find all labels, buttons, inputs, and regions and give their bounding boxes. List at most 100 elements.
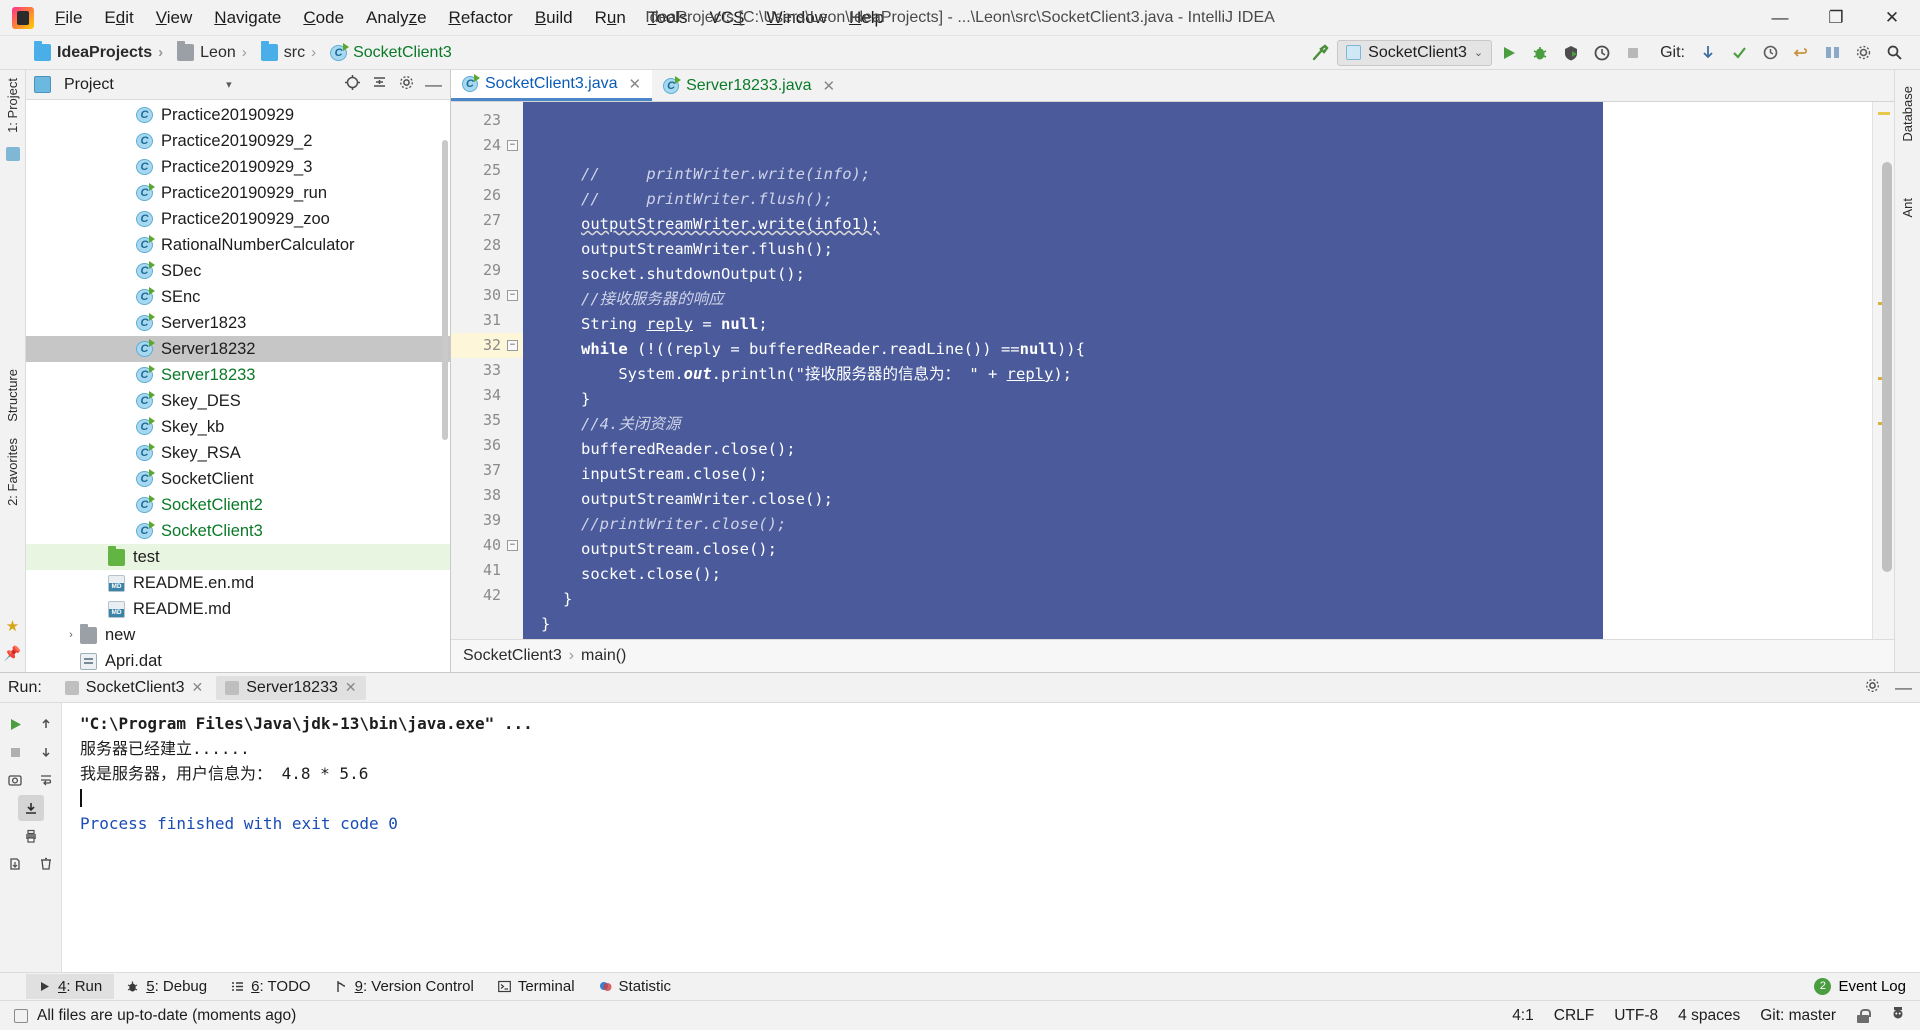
code-line[interactable]: //printWriter.close(); (523, 512, 1872, 537)
minimize-button[interactable]: — (1752, 0, 1808, 36)
hide-icon[interactable]: — (425, 76, 442, 93)
close-icon[interactable]: ✕ (345, 679, 357, 696)
search-everywhere-icon[interactable] (1880, 40, 1908, 66)
code-fold-icon[interactable]: − (507, 140, 518, 151)
settings-icon[interactable] (1849, 40, 1877, 66)
maximize-button[interactable]: ❐ (1808, 0, 1864, 36)
tree-item[interactable]: C SocketClient (26, 466, 450, 492)
breadcrumb-item-socketclient3[interactable]: C SocketClient3 (326, 42, 456, 64)
tree-scrollbar[interactable] (442, 140, 448, 440)
close-icon[interactable]: ✕ (823, 77, 836, 95)
code-line[interactable]: // printWriter.flush(); (523, 187, 1872, 212)
scroll-up-icon[interactable] (33, 711, 59, 737)
camera-icon[interactable] (2, 767, 28, 793)
code-line[interactable]: socket.shutdownOutput(); (523, 262, 1872, 287)
code-line[interactable]: String reply = null; (523, 312, 1872, 337)
show-diff-icon[interactable] (1818, 40, 1846, 66)
history-icon[interactable] (1756, 40, 1784, 66)
project-tree[interactable]: C Practice20190929 C Practice20190929_2 C Pra… (26, 100, 450, 672)
code-line[interactable]: } (523, 612, 1872, 637)
tree-item[interactable]: README.en.md (26, 570, 450, 596)
close-icon[interactable]: ✕ (629, 75, 642, 93)
tool-window-terminal[interactable]: Terminal (486, 974, 587, 999)
menu-item-code[interactable]: Code (292, 4, 355, 32)
build-hammer-icon[interactable] (1306, 40, 1334, 66)
run-icon[interactable] (1495, 40, 1523, 66)
tree-item[interactable]: C Skey_kb (26, 414, 450, 440)
indent-setting[interactable]: 4 spaces (1678, 1007, 1740, 1025)
run-coverage-icon[interactable] (1557, 40, 1585, 66)
menu-item-edit[interactable]: Edit (93, 4, 144, 32)
tree-item[interactable]: C Server1823 (26, 310, 450, 336)
tab-server18233-java[interactable]: C Server18233.java ✕ (652, 70, 846, 101)
menu-item-help[interactable]: Help (838, 4, 895, 32)
code-line[interactable]: socket.close(); (523, 562, 1872, 587)
editor-scrollbar[interactable] (1872, 102, 1894, 639)
line-separator[interactable]: CRLF (1554, 1007, 1594, 1025)
code-line[interactable]: outputStreamWriter.write(info1); (523, 212, 1872, 237)
tree-item[interactable]: C Server18233 (26, 362, 450, 388)
code-line[interactable]: } (523, 387, 1872, 412)
breadcrumb-method[interactable]: main() (581, 647, 626, 665)
menu-item-analyze[interactable]: Analyze (355, 4, 438, 32)
sidebar-item-database[interactable]: Database (1900, 78, 1915, 150)
commit-icon[interactable] (1725, 40, 1753, 66)
close-icon[interactable]: ✕ (192, 679, 204, 696)
tree-item[interactable]: README.md (26, 596, 450, 622)
clear-all-icon[interactable] (33, 851, 59, 877)
code-line[interactable]: System.out.println("接收服务器的信息为： " + reply… (523, 362, 1872, 387)
settings-icon[interactable] (398, 74, 415, 96)
hide-icon[interactable]: — (1895, 679, 1912, 696)
tree-item[interactable]: C Practice20190929_3 (26, 154, 450, 180)
tool-window-version-control[interactable]: 9: Version Control (323, 974, 486, 999)
breadcrumb-item-leon[interactable]: Leon › (173, 41, 257, 64)
star-icon[interactable]: ★ (6, 617, 19, 635)
run-configuration-selector[interactable]: SocketClient3 ⌄ (1337, 39, 1493, 66)
tree-item[interactable]: › new (26, 622, 450, 648)
soft-wrap-icon[interactable] (33, 767, 59, 793)
tree-item[interactable]: C SEnc (26, 284, 450, 310)
menu-item-view[interactable]: View (145, 4, 204, 32)
tree-item[interactable]: C Skey_DES (26, 388, 450, 414)
tree-item[interactable]: C Practice20190929_zoo (26, 206, 450, 232)
breadcrumb-item-project[interactable]: IdeaProjects › (30, 41, 173, 64)
code-line[interactable]: outputStreamWriter.flush(); (523, 237, 1872, 262)
code-line[interactable] (523, 637, 1872, 639)
export-icon[interactable] (2, 851, 28, 877)
tree-item[interactable]: C SocketClient2 (26, 492, 450, 518)
inspector-icon[interactable] (1890, 1005, 1906, 1026)
scroll-to-end-icon[interactable] (17, 795, 44, 821)
tree-item[interactable]: Apri.dat (26, 648, 450, 672)
print-icon[interactable] (18, 823, 44, 849)
menu-item-build[interactable]: Build (524, 4, 584, 32)
stop-icon[interactable] (1619, 40, 1647, 66)
code-editor[interactable]: 23 24− 25 26 27 28 29 30− 31 32− 33 34 35 36 37 38 39 40−… (451, 102, 1894, 639)
undo-icon[interactable] (1787, 40, 1815, 66)
pin-icon[interactable]: 📌 (4, 645, 21, 662)
run-tab-socketclient3[interactable]: SocketClient3 ✕ (56, 676, 212, 700)
code-line[interactable]: outputStream.close(); (523, 537, 1872, 562)
chevron-right-icon[interactable]: › (62, 629, 80, 641)
code-line[interactable]: } (523, 587, 1872, 612)
debug-icon[interactable] (1526, 40, 1554, 66)
event-log-area[interactable]: 2 Event Log (1814, 978, 1920, 995)
tree-item[interactable]: C Server18232 (26, 336, 450, 362)
profiler-icon[interactable] (1588, 40, 1616, 66)
run-tab-server18233[interactable]: Server18233 ✕ (216, 675, 366, 700)
sidebar-item-structure[interactable]: Structure (5, 361, 20, 430)
tree-item[interactable]: C Skey_RSA (26, 440, 450, 466)
console-output[interactable]: "C:\Program Files\Java\jdk-13\bin\java.e… (62, 703, 1920, 972)
breadcrumb-class[interactable]: SocketClient3 (463, 647, 562, 665)
menu-item-navigate[interactable]: Navigate (203, 4, 292, 32)
tool-window-todo[interactable]: 6: TODO (219, 974, 322, 999)
tool-window-run[interactable]: 4: Run (26, 974, 115, 999)
file-encoding[interactable]: UTF-8 (1614, 1007, 1658, 1025)
menu-item-window[interactable]: Window (756, 4, 838, 32)
tree-item[interactable]: test (26, 544, 450, 570)
tool-window-debug[interactable]: 5: Debug (114, 974, 219, 999)
sidebar-item-project[interactable]: 1: Project (5, 70, 20, 141)
code-fold-icon[interactable]: − (507, 290, 518, 301)
breadcrumb-item-src[interactable]: src › (257, 41, 326, 64)
code-fold-icon[interactable]: − (507, 540, 518, 551)
menu-item-tools[interactable]: Tools (637, 4, 699, 32)
